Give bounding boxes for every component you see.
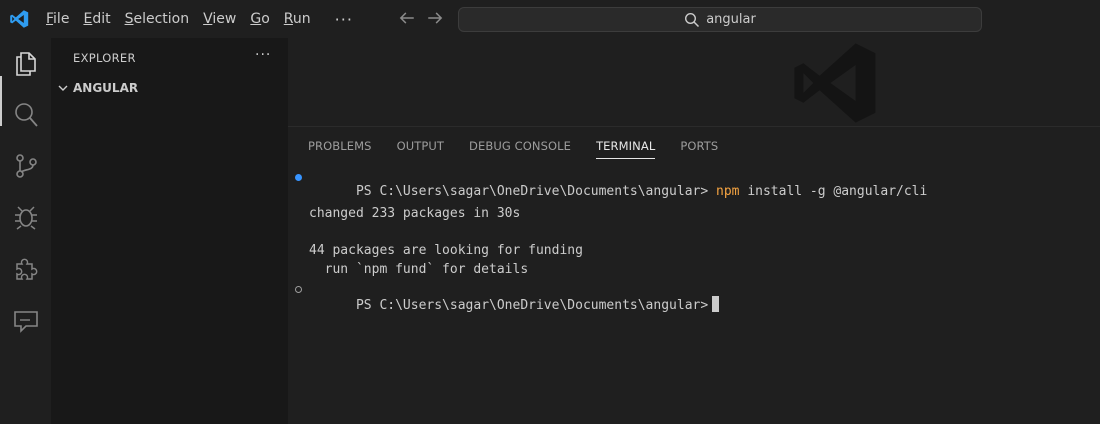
vscode-watermark-icon bbox=[794, 43, 876, 123]
sidebar-title: EXPLORER bbox=[73, 51, 136, 65]
tab-output[interactable]: OUTPUT bbox=[397, 139, 444, 157]
search-query: angular bbox=[706, 12, 756, 27]
terminal-current-prompt: PS C:\Users\sagar\OneDrive\Documents\ang… bbox=[295, 281, 927, 313]
menu-run[interactable]: Run bbox=[284, 11, 319, 27]
command-center-search[interactable]: angular bbox=[458, 7, 982, 32]
folder-angular[interactable]: ANGULAR bbox=[51, 78, 288, 98]
sidebar-more-button[interactable]: ··· bbox=[255, 47, 271, 63]
menu-more-button[interactable]: ··· bbox=[335, 10, 353, 29]
source-control-icon[interactable] bbox=[12, 152, 40, 180]
menu-go[interactable]: Go bbox=[250, 11, 277, 27]
command-pending-icon bbox=[295, 285, 302, 293]
menu-edit[interactable]: Edit bbox=[83, 11, 118, 27]
title-bar: File Edit Selection View Go Run ··· angu… bbox=[0, 0, 1100, 38]
menu-file[interactable]: File bbox=[46, 11, 77, 27]
explorer-sidebar: EXPLORER ··· ANGULAR bbox=[51, 38, 288, 424]
terminal-command-line: PS C:\Users\sagar\OneDrive\Documents\ang… bbox=[295, 169, 927, 199]
tab-ports[interactable]: PORTS bbox=[680, 139, 718, 157]
command-success-icon bbox=[295, 174, 302, 181]
files-icon[interactable] bbox=[12, 49, 40, 77]
arrow-left-icon[interactable] bbox=[398, 9, 416, 27]
terminal-output-line: 44 packages are looking for funding bbox=[309, 243, 583, 259]
bottom-panel: PROBLEMS OUTPUT DEBUG CONSOLE TERMINAL P… bbox=[288, 127, 1100, 424]
arrow-right-icon[interactable] bbox=[426, 9, 444, 27]
tab-terminal[interactable]: TERMINAL bbox=[596, 139, 656, 159]
terminal-output-line: changed 233 packages in 30s bbox=[309, 206, 521, 222]
folder-name: ANGULAR bbox=[73, 81, 139, 95]
editor-area bbox=[288, 38, 1100, 126]
chat-icon[interactable] bbox=[12, 307, 40, 335]
panel-tabs: PROBLEMS OUTPUT DEBUG CONSOLE TERMINAL P… bbox=[308, 139, 743, 159]
activity-bar bbox=[0, 38, 51, 424]
search-activity-icon[interactable] bbox=[12, 101, 40, 129]
menu-selection[interactable]: Selection bbox=[125, 11, 198, 27]
tab-problems[interactable]: PROBLEMS bbox=[308, 139, 372, 157]
extensions-icon[interactable] bbox=[12, 255, 40, 283]
run-debug-icon[interactable] bbox=[12, 203, 40, 231]
tab-debug-console[interactable]: DEBUG CONSOLE bbox=[469, 139, 571, 157]
search-icon bbox=[685, 12, 700, 27]
chevron-down-icon bbox=[58, 85, 68, 91]
menu-bar: File Edit Selection View Go Run ··· bbox=[46, 0, 353, 38]
terminal-prompt: PS C:\Users\sagar\OneDrive\Documents\ang… bbox=[355, 297, 709, 313]
terminal-output-line: run `npm fund` for details bbox=[309, 261, 529, 277]
menu-view[interactable]: View bbox=[203, 11, 244, 27]
vscode-logo-icon bbox=[10, 10, 29, 28]
terminal-cursor bbox=[712, 295, 720, 312]
active-indicator bbox=[0, 76, 2, 126]
terminal-output[interactable]: PS C:\Users\sagar\OneDrive\Documents\ang… bbox=[295, 169, 927, 313]
